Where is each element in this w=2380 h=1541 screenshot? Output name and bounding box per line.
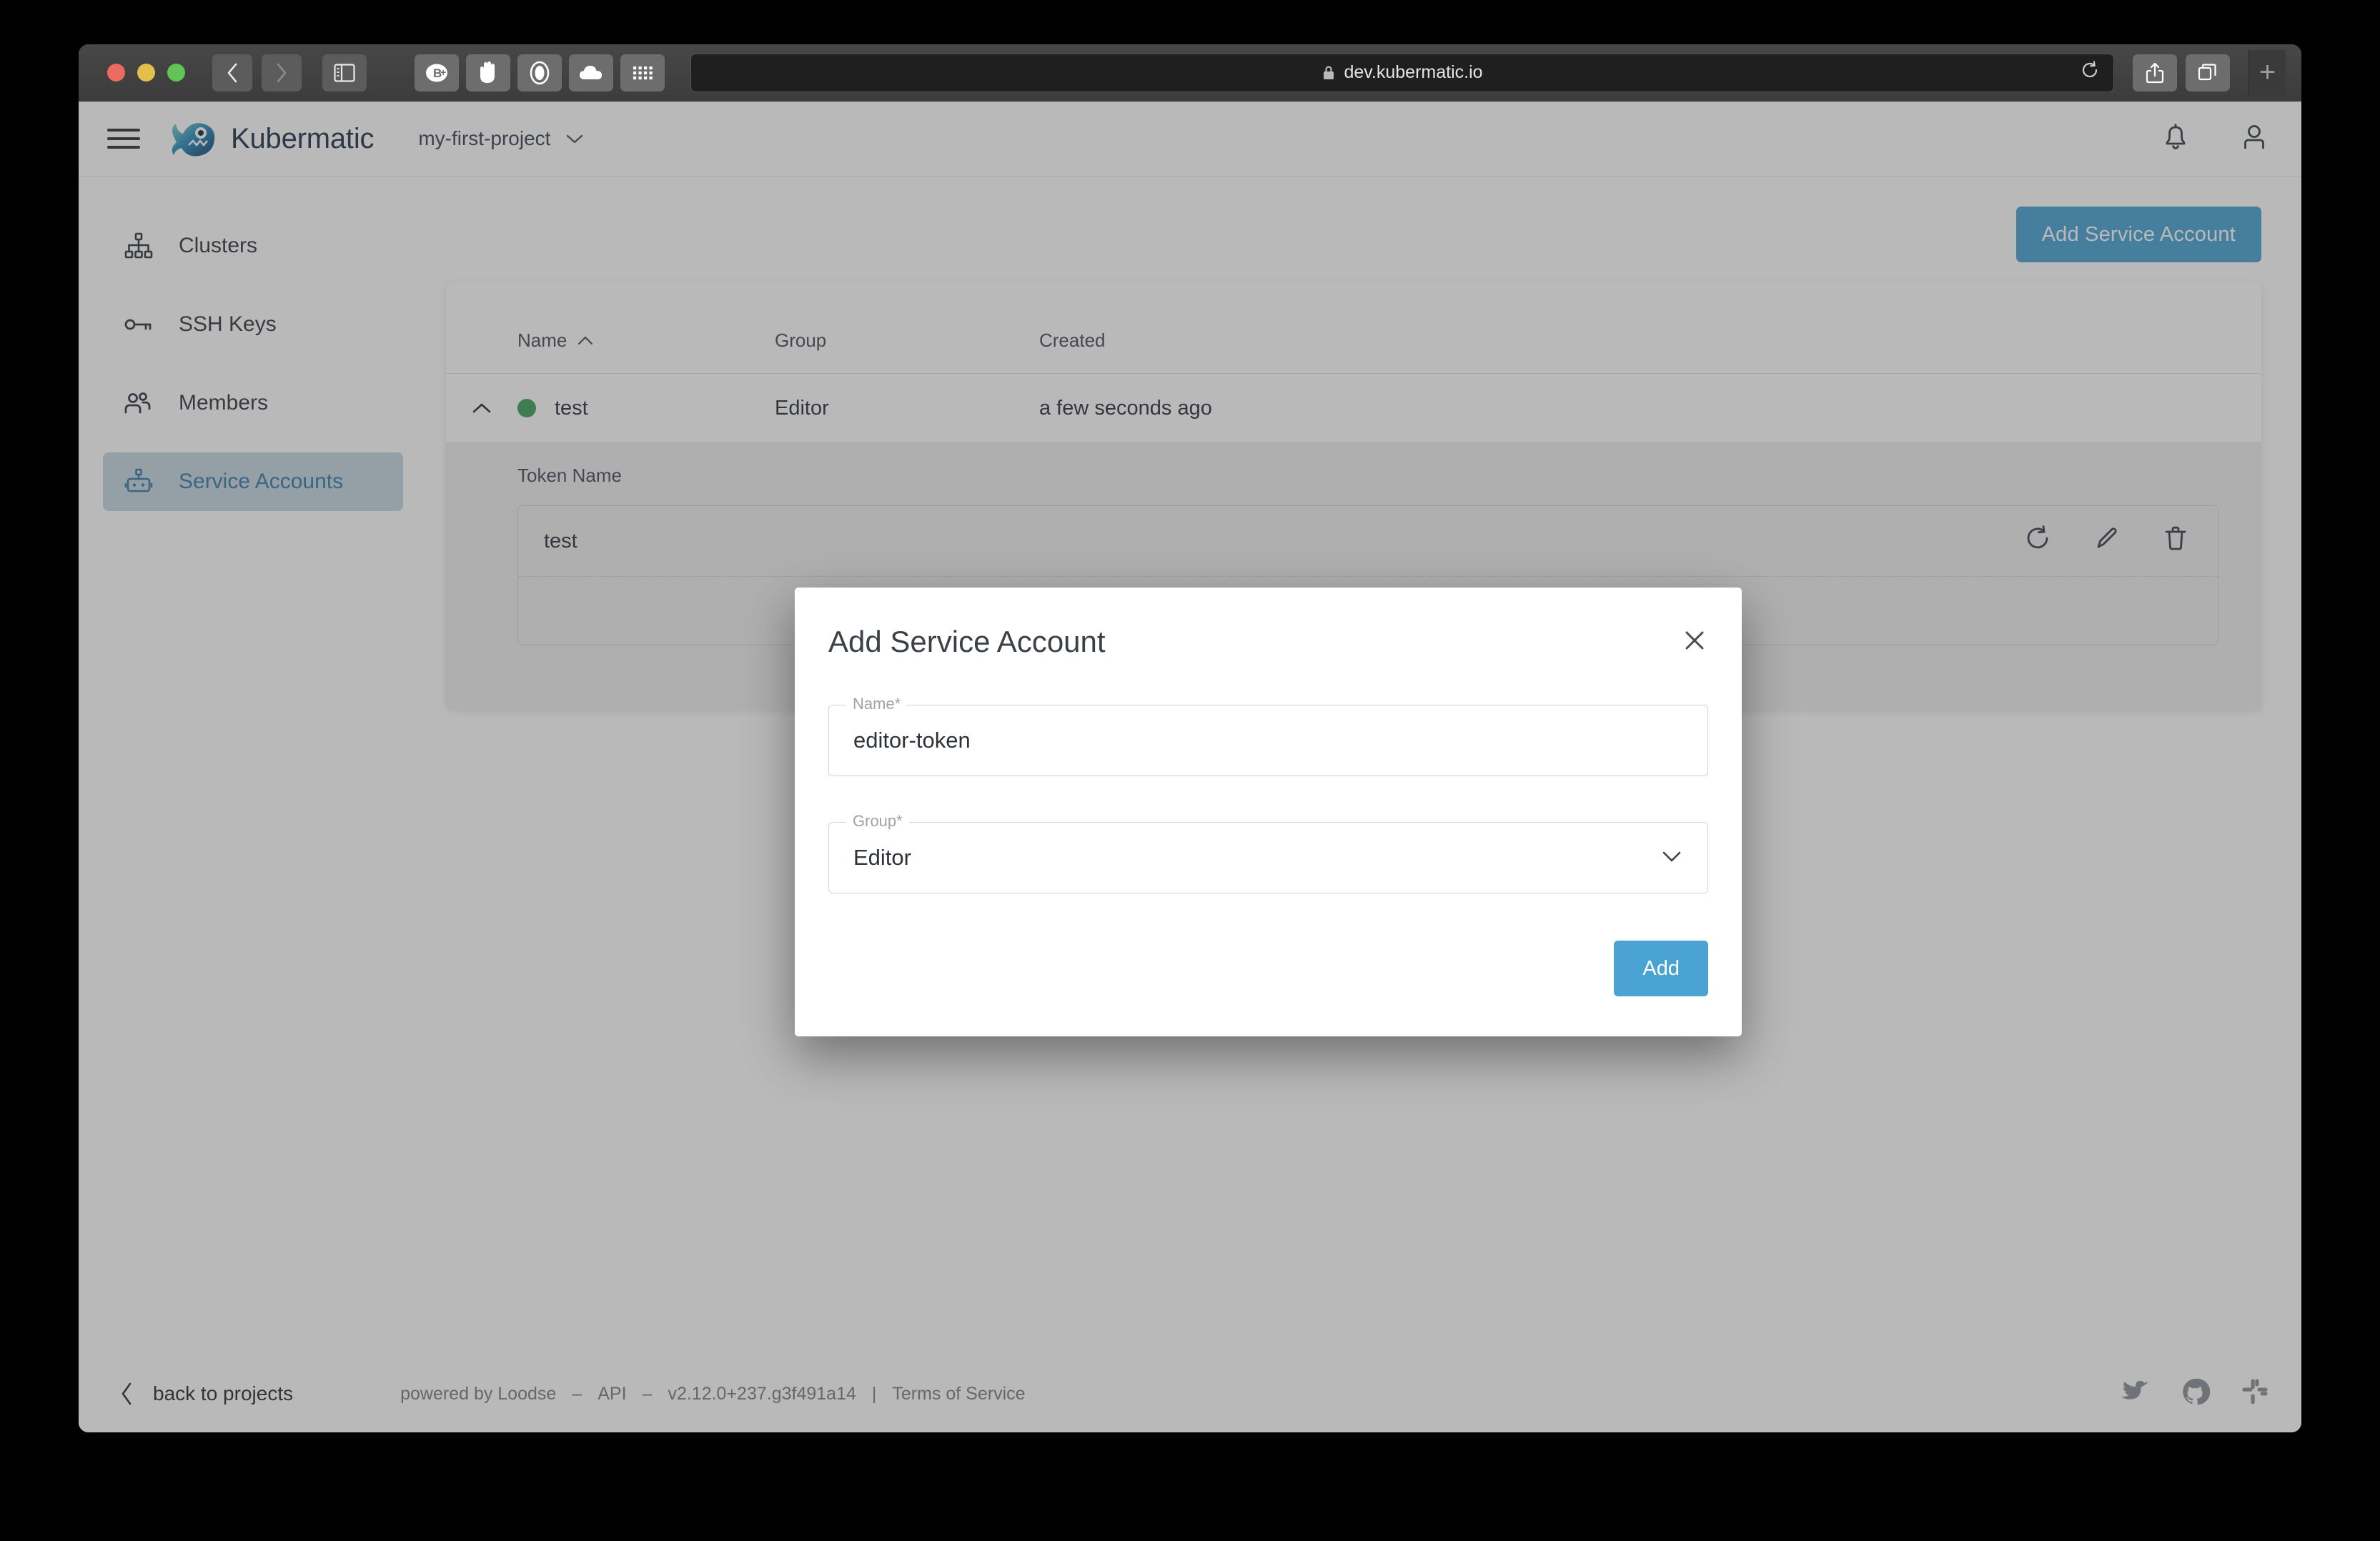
group-select-value: Editor (853, 845, 911, 871)
ghostery-extension-icon[interactable] (466, 54, 510, 91)
app-viewport: Kubermatic my-first-project (79, 101, 2301, 1432)
maximize-window-button[interactable] (167, 64, 185, 81)
tab-overview-button[interactable] (2186, 54, 2230, 91)
bitwarden-extension-icon[interactable]: B + (415, 54, 459, 91)
group-select-label: Group* (846, 812, 909, 831)
name-field-value: editor-token (853, 728, 971, 753)
browser-toolbar: B + (79, 44, 2301, 101)
navigation-buttons (212, 54, 307, 91)
sidebar-toggle-icon (334, 64, 355, 82)
apps-grid-extension-icon[interactable] (620, 54, 665, 91)
tab-overview-icon (2197, 63, 2218, 83)
browser-right-controls: + (2133, 50, 2286, 96)
group-select-chevron (1660, 849, 1683, 867)
shield-glyph (527, 59, 552, 86)
cloud-extension-icon[interactable] (569, 54, 613, 91)
name-field-label: Name* (846, 695, 907, 713)
grid-glyph (630, 64, 655, 82)
browser-forward-button[interactable] (262, 54, 302, 91)
browser-window: B + (79, 44, 2301, 1432)
reload-icon (2081, 61, 2099, 79)
share-button[interactable] (2133, 54, 2177, 91)
dialog-submit-button[interactable]: Add (1614, 941, 1708, 996)
onepassword-extension-icon[interactable] (517, 54, 562, 91)
hand-glyph (476, 59, 500, 86)
group-select[interactable]: Group* Editor (828, 822, 1708, 893)
chevron-right-icon (274, 61, 289, 84)
address-bar[interactable]: dev.kubermatic.io (690, 54, 2114, 92)
cloud-glyph (577, 62, 605, 84)
address-bar-url: dev.kubermatic.io (1344, 62, 1482, 83)
dialog-actions: Add (828, 893, 1708, 1036)
name-field[interactable]: Name* editor-token (828, 705, 1708, 776)
sidebar-toggle-button[interactable] (322, 54, 367, 91)
new-tab-label: + (2259, 56, 2276, 89)
share-icon (2144, 61, 2166, 84)
chevron-left-icon (225, 61, 239, 84)
svg-text:+: + (440, 66, 446, 78)
close-icon (1681, 627, 1708, 654)
minimize-window-button[interactable] (137, 64, 155, 81)
close-window-button[interactable] (107, 64, 125, 81)
browser-extensions: B + (415, 54, 665, 91)
reload-button[interactable] (2081, 61, 2099, 84)
dialog-close-button[interactable] (1681, 627, 1708, 658)
dialog-title: Add Service Account (828, 625, 1106, 659)
new-tab-button[interactable]: + (2248, 50, 2286, 96)
bitwarden-glyph: B + (423, 59, 450, 86)
chevron-down-icon (1660, 849, 1683, 863)
lock-icon (1322, 64, 1336, 81)
window-traffic-lights (107, 64, 185, 81)
dialog-header: Add Service Account (828, 588, 1708, 659)
add-service-account-dialog: Add Service Account Name* editor-token G… (795, 588, 1742, 1036)
browser-back-button[interactable] (212, 54, 252, 91)
